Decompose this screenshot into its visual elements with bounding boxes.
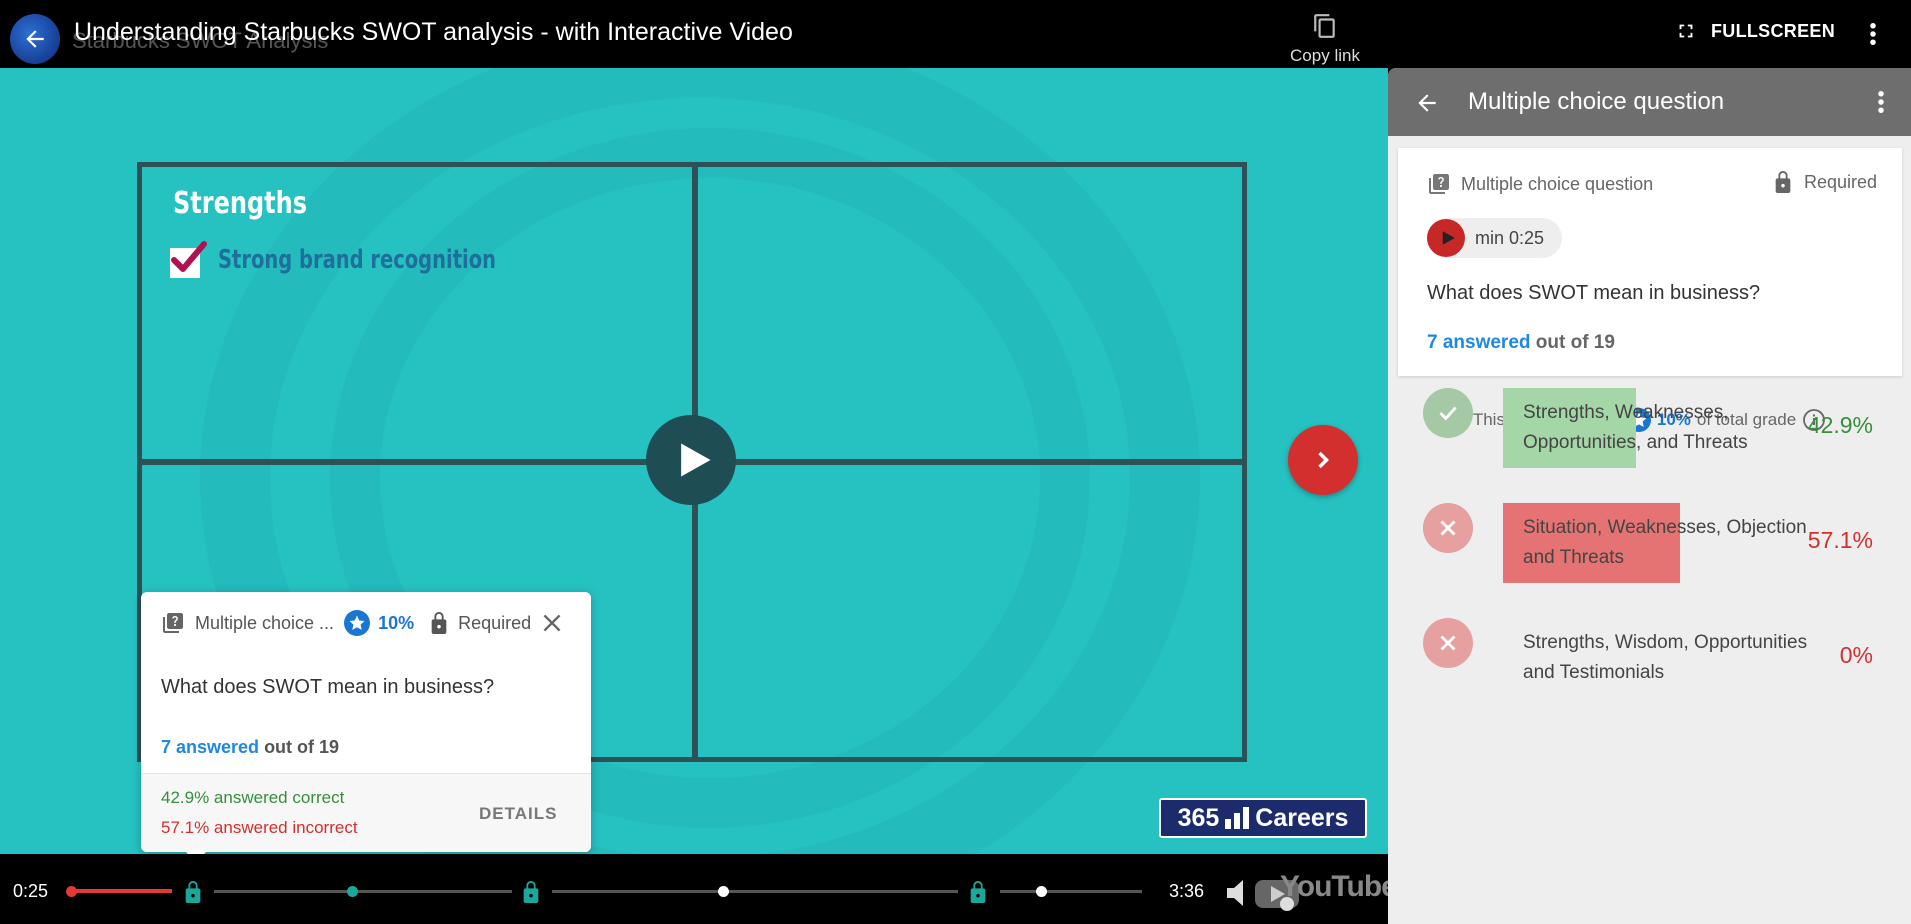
play-icon: [1427, 219, 1465, 257]
progress-start-dot: [66, 886, 77, 897]
close-icon: [1423, 503, 1473, 553]
arrow-left-icon[interactable]: [1414, 90, 1440, 116]
timestamp-label: min 0:25: [1475, 227, 1545, 248]
fullscreen-icon: [1679, 24, 1693, 38]
answered-count: 7 answered out of 19: [161, 737, 339, 758]
quiz-icon: [1429, 174, 1449, 194]
video-title[interactable]: Understanding Starbucks SWOT analysis - …: [74, 18, 793, 47]
answer-text: Strengths, Weaknesses, Opportunities, an…: [1523, 402, 1748, 453]
careers-logo: 365 Careers: [1159, 798, 1367, 838]
more-vert-icon[interactable]: [1870, 88, 1892, 116]
back-button[interactable]: [10, 14, 60, 64]
close-icon[interactable]: [539, 610, 565, 636]
more-vert-icon[interactable]: [1862, 20, 1884, 48]
answer-option[interactable]: Strengths, Wisdom, Opportunities and Tes…: [1388, 618, 1911, 708]
answered-count: 7 answered out of 19: [1427, 332, 1615, 354]
answer-text: Strengths, Wisdom, Opportunities and Tes…: [1523, 632, 1808, 683]
current-time: 0:25: [13, 881, 49, 901]
answered-total: out of 19: [259, 737, 340, 757]
question-type-label: Multiple choice question: [1461, 173, 1654, 194]
play-icon: [681, 443, 711, 477]
fullscreen-button[interactable]: FULLSCREEN: [1675, 20, 1835, 42]
chevron-right-icon: [1318, 451, 1329, 469]
lock-icon: [431, 612, 447, 634]
question-marker[interactable]: [347, 886, 358, 897]
lock-marker-icon[interactable]: [182, 878, 204, 906]
question-card-header: Multiple choice ... 10% Required: [161, 610, 531, 636]
required-label: Required: [458, 612, 532, 633]
details-button[interactable]: DETAILS: [479, 804, 557, 824]
close-icon: [1423, 618, 1473, 668]
answer-text: Situation, Weaknesses, Objection and Thr…: [1523, 517, 1807, 568]
required-label: Required: [1804, 171, 1878, 192]
question-type: Multiple choice question: [1427, 172, 1653, 196]
required-badge: Required: [1772, 168, 1877, 196]
checkmark-icon: [170, 241, 207, 278]
logo-number: 365: [1177, 803, 1220, 832]
slide-heading: Strengths: [173, 186, 307, 221]
duration: 3:36: [1169, 881, 1205, 901]
question-type-label: Multiple choice ...: [195, 612, 335, 633]
question-panel: Multiple choice question Multiple choice…: [1388, 68, 1911, 924]
next-question-button[interactable]: [1288, 425, 1358, 495]
check-icon: [1423, 388, 1473, 438]
question-marker[interactable]: [718, 886, 729, 897]
answered-number: 7 answered: [1427, 332, 1531, 353]
answer-percent: 57.1%: [1807, 527, 1873, 553]
player-controls: 0:25 3:36 YouTube: [0, 854, 1398, 924]
answer-percent: 0%: [1839, 642, 1873, 668]
question-text: What does SWOT mean in business?: [161, 676, 495, 698]
question-text: What does SWOT mean in business?: [1427, 282, 1761, 304]
fullscreen-label: FULLSCREEN: [1711, 20, 1835, 41]
progress-track[interactable]: [552, 890, 958, 893]
quiz-icon: [163, 613, 183, 633]
panel-header: Multiple choice question: [1388, 68, 1911, 136]
lock-icon: [1775, 171, 1791, 193]
youtube-logo[interactable]: YouTube: [1280, 870, 1398, 904]
slide-item: Strong brand recognition: [218, 245, 496, 275]
answer-option[interactable]: Situation, Weaknesses, Objection and Thr…: [1388, 503, 1911, 593]
progress-track[interactable]: [1000, 890, 1142, 893]
question-card[interactable]: Multiple choice ... 10% Required What do…: [141, 592, 591, 852]
logo-word: Careers: [1255, 803, 1349, 832]
bars-icon: [1225, 807, 1250, 829]
arrow-left-icon: [26, 30, 44, 48]
incorrect-stat: 57.1% answered incorrect: [161, 818, 358, 837]
lock-marker-icon[interactable]: [520, 878, 542, 906]
star-icon: [344, 610, 371, 636]
question-marker[interactable]: [1036, 886, 1047, 897]
top-bar: Starbucks SWOT Analysis Understanding St…: [0, 0, 1911, 68]
copy-icon: [1314, 14, 1335, 38]
lock-marker-icon[interactable]: [967, 878, 989, 906]
answered-number: 7 answered: [161, 737, 260, 757]
panel-title: Multiple choice question: [1468, 88, 1725, 115]
grade-percent: 10%: [378, 612, 415, 633]
answered-total: out of 19: [1530, 332, 1615, 353]
copy-link-label: Copy link: [1290, 46, 1360, 65]
correct-stat: 42.9% answered correct: [161, 788, 345, 807]
progress-played: [72, 889, 172, 893]
progress-track[interactable]: [214, 890, 512, 893]
copy-link-button[interactable]: Copy link: [1280, 12, 1370, 66]
question-summary-card: Multiple choice question Required min 0:…: [1398, 148, 1902, 376]
answer-percent: 42.9%: [1807, 412, 1873, 438]
answer-option[interactable]: Strengths, Weaknesses, Opportunities, an…: [1388, 388, 1911, 478]
timestamp-chip[interactable]: min 0:25: [1427, 218, 1563, 258]
play-button[interactable]: [646, 415, 736, 505]
